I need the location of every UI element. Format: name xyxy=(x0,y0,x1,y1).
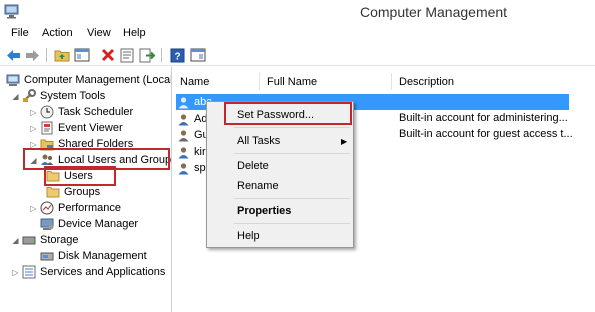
highlight-set-password xyxy=(224,102,352,125)
title-bar: Computer Management xyxy=(0,0,595,24)
window-title: Computer Management xyxy=(360,4,508,20)
properties-icon[interactable] xyxy=(118,47,135,63)
collapse-arrow-icon[interactable]: ◢ xyxy=(11,236,20,245)
delete-icon[interactable] xyxy=(99,47,116,63)
tree-item-performance[interactable]: ▷ Performance xyxy=(29,200,121,216)
submenu-arrow-icon: ▶ xyxy=(341,137,348,146)
menu-item-properties[interactable]: Properties xyxy=(237,205,291,217)
toolbar-separator xyxy=(46,48,47,62)
user-icon xyxy=(176,112,190,126)
user-icon xyxy=(176,128,190,142)
forward-arrow-icon[interactable] xyxy=(24,47,41,63)
toolbar: ? xyxy=(0,44,595,66)
tree-label: Storage xyxy=(40,234,79,246)
user-icon xyxy=(176,161,190,175)
menu-item-all-tasks[interactable]: All Tasks xyxy=(237,135,280,147)
performance-icon xyxy=(40,201,54,215)
folder-icon xyxy=(46,185,60,199)
system-tools-icon xyxy=(22,89,36,103)
tree-item-computer-management[interactable]: Computer Management (Local xyxy=(6,72,172,88)
menu-file[interactable]: File xyxy=(11,27,29,39)
show-action-pane-icon[interactable] xyxy=(189,47,206,63)
svg-text:?: ? xyxy=(174,51,180,62)
help-icon[interactable]: ? xyxy=(169,47,186,63)
tree-item-system-tools[interactable]: ◢ System Tools xyxy=(11,88,105,104)
computer-management-app-icon xyxy=(4,4,19,19)
tree-label: Device Manager xyxy=(58,218,139,230)
column-header-name[interactable]: Name xyxy=(180,76,209,88)
collapse-arrow-icon[interactable]: ◢ xyxy=(11,92,20,101)
menu-separator xyxy=(234,153,350,154)
tree-item-services-and-applications[interactable]: ▷ Services and Applications xyxy=(11,264,165,280)
table-row[interactable]: Ad xyxy=(176,111,207,127)
user-description: Built-in account for administering... xyxy=(399,112,568,124)
toolbar-separator xyxy=(161,48,162,62)
tree-label: Disk Management xyxy=(58,250,147,262)
menu-separator xyxy=(234,127,350,128)
tree-item-event-viewer[interactable]: ▷ Event Viewer xyxy=(29,120,123,136)
column-divider[interactable] xyxy=(259,73,260,90)
expand-arrow-icon[interactable]: ▷ xyxy=(29,108,38,117)
column-divider[interactable] xyxy=(391,73,392,90)
event-viewer-icon xyxy=(40,121,54,135)
menu-separator xyxy=(234,223,350,224)
export-icon[interactable] xyxy=(138,47,155,63)
disk-management-icon xyxy=(40,249,54,263)
highlight-users xyxy=(44,166,116,186)
storage-icon xyxy=(22,233,36,247)
show-hide-tree-icon[interactable] xyxy=(73,47,90,63)
console-tree: Computer Management (Local ◢ System Tool… xyxy=(0,67,172,312)
expand-arrow-icon[interactable]: ▷ xyxy=(29,204,38,213)
tree-label: Computer Management (Local xyxy=(24,74,172,86)
menu-item-rename[interactable]: Rename xyxy=(237,180,279,192)
menu-separator xyxy=(234,198,350,199)
back-arrow-icon[interactable] xyxy=(5,47,22,63)
expand-arrow-icon[interactable]: ▷ xyxy=(29,124,38,133)
computer-management-icon xyxy=(6,73,20,87)
menu-item-delete[interactable]: Delete xyxy=(237,160,269,172)
tree-label: Services and Applications xyxy=(40,266,166,278)
menu-help[interactable]: Help xyxy=(123,27,146,39)
menu-item-help[interactable]: Help xyxy=(237,230,260,242)
tree-label: System Tools xyxy=(40,90,106,102)
menu-view[interactable]: View xyxy=(87,27,111,39)
tree-item-task-scheduler[interactable]: ▷ Task Scheduler xyxy=(29,104,133,120)
tree-item-disk-management[interactable]: Disk Management xyxy=(40,248,147,264)
services-icon xyxy=(22,265,36,279)
table-row[interactable]: Gu xyxy=(176,127,209,143)
tree-label: Groups xyxy=(64,186,101,198)
menu-action[interactable]: Action xyxy=(42,27,73,39)
menu-bar: File Action View Help xyxy=(0,25,595,43)
clock-icon xyxy=(40,105,54,119)
user-icon xyxy=(176,95,190,109)
expand-arrow-icon[interactable]: ▷ xyxy=(11,268,20,277)
tree-item-device-manager[interactable]: Device Manager xyxy=(40,216,138,232)
column-header-full-name[interactable]: Full Name xyxy=(267,76,317,88)
up-folder-icon[interactable] xyxy=(53,47,70,63)
tree-item-groups[interactable]: Groups xyxy=(46,184,100,200)
tree-item-storage[interactable]: ◢ Storage xyxy=(11,232,79,248)
tree-label: Task Scheduler xyxy=(58,106,134,118)
user-icon xyxy=(176,145,190,159)
column-header-description[interactable]: Description xyxy=(399,76,454,88)
user-name: kir xyxy=(194,146,206,158)
tree-label: Event Viewer xyxy=(58,122,123,134)
table-row[interactable]: kir xyxy=(176,144,206,160)
device-manager-icon xyxy=(40,217,54,231)
tree-label: Performance xyxy=(58,202,121,214)
user-description: Built-in account for guest access t... xyxy=(399,128,573,140)
